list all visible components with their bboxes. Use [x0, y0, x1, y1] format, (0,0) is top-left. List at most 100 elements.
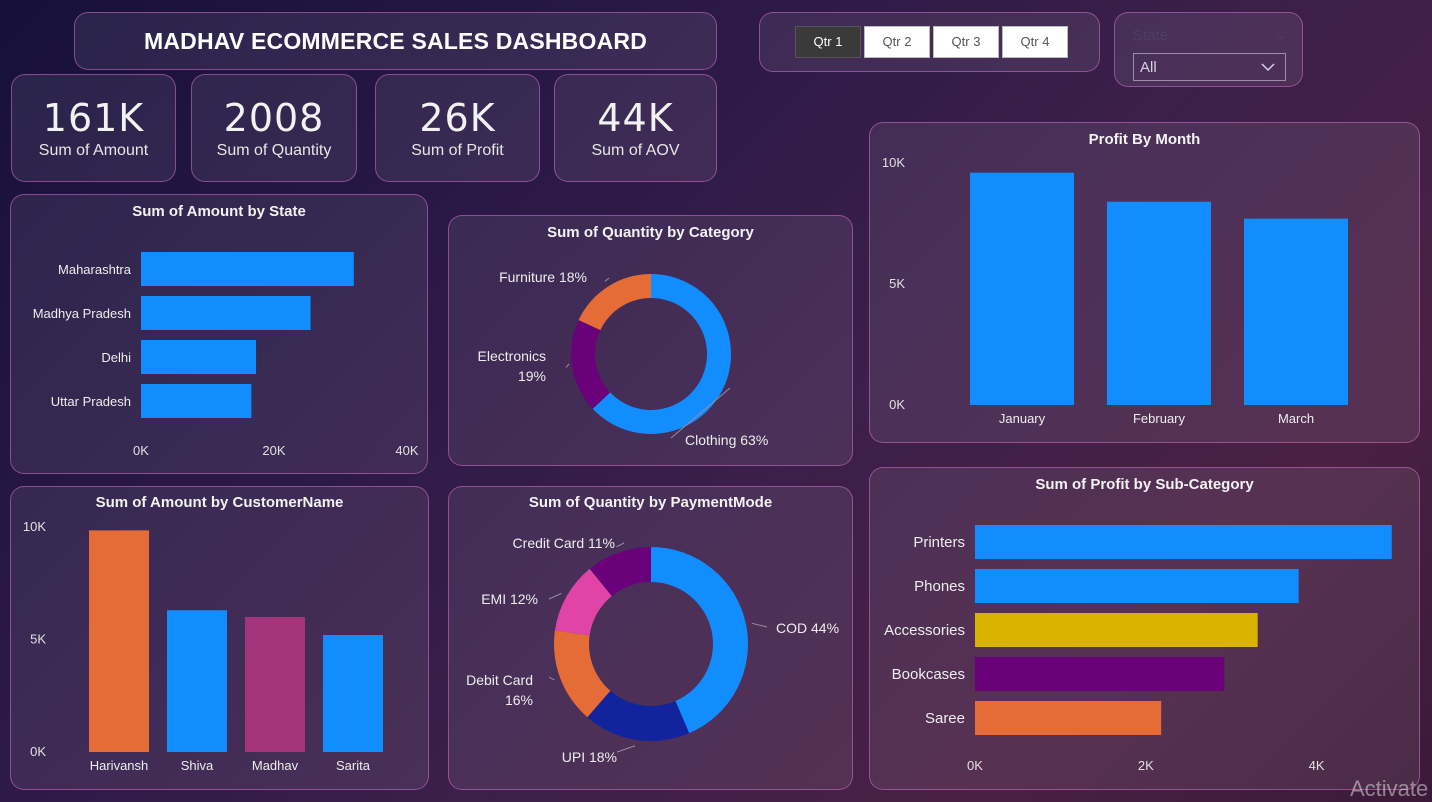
kpi-value: 2008 [223, 96, 325, 140]
chart-title: Sum of Quantity by Category [547, 224, 754, 241]
category-label: March [1278, 411, 1314, 426]
bar [141, 252, 354, 286]
bar [975, 701, 1162, 735]
bar [975, 525, 1392, 559]
profit-by-month-chart: Profit By Month January February March 0K 5K… [869, 122, 1420, 443]
leader-line [565, 363, 570, 368]
qtr-4-button[interactable]: Qtr 4 [1002, 26, 1068, 58]
kpi-value: 44K [597, 96, 674, 140]
slice-label: COD 44% [776, 620, 839, 636]
state-dropdown[interactable]: All [1133, 53, 1286, 81]
category-label: Delhi [101, 350, 131, 365]
category-label: January [999, 411, 1046, 426]
bar [970, 172, 1074, 405]
qtr-1-button[interactable]: Qtr 1 [795, 26, 861, 58]
slice-label: Credit Card 11% [513, 535, 615, 551]
chart-title: Sum of Quantity by PaymentMode [528, 494, 773, 511]
quantity-by-category-svg: Clothing 63% Electronics 19% Furniture 18% [478, 269, 769, 448]
bar [975, 657, 1225, 691]
category-label: February [1133, 411, 1186, 426]
kpi-card-aov: 44K Sum of AOV [554, 74, 717, 182]
bar [89, 530, 149, 752]
leader-line [616, 542, 625, 548]
kpi-label: Sum of Profit [411, 142, 504, 159]
kpi-label: Sum of Quantity [216, 142, 332, 159]
kpi-value: 26K [419, 96, 496, 140]
dashboard-title: MADHAV ECOMMERCE SALES DASHBOARD [143, 27, 648, 54]
amount-by-customer-chart: Sum of Amount by CustomerName Harivansh S… [10, 486, 429, 790]
bar [167, 610, 227, 752]
y-tick-label: 5K [889, 276, 905, 291]
chart-title: Profit By Month [1088, 131, 1201, 148]
category-label: Bookcases [892, 666, 965, 683]
category-label: Phones [914, 578, 965, 595]
y-tick-label: 5K [30, 632, 46, 647]
quantity-by-category-chart: Sum of Quantity by Category Clothing 63%… [448, 215, 853, 466]
y-tick-label: 0K [30, 744, 46, 759]
category-label: Accessories [884, 622, 965, 639]
kpi-value: 161K [42, 96, 145, 140]
category-label: Madhav [252, 758, 299, 773]
kpi-card-amount: 161K Sum of Amount [11, 74, 176, 182]
quantity-by-paymentmode-chart: Sum of Quantity by PaymentMode COD 44% UP… [448, 486, 853, 790]
kpi-card-profit: 26K Sum of Profit [375, 74, 540, 182]
slice-label: Furniture 18% [499, 269, 587, 285]
leader-line [548, 592, 562, 600]
bar [245, 617, 305, 752]
kpi-card-quantity: 2008 Sum of Quantity [191, 74, 357, 182]
category-label: Maharashtra [58, 262, 132, 277]
activate-watermark: Activate [1350, 776, 1429, 801]
profit-by-subcategory-chart: Sum of Profit by Sub-Category Printers Ph… [869, 467, 1420, 790]
kpi-label: Sum of AOV [591, 142, 680, 159]
bar [141, 296, 311, 330]
qtr-2-button[interactable]: Qtr 2 [864, 26, 930, 58]
bar [1107, 201, 1211, 405]
chart-title: Sum of Amount by State [132, 203, 306, 220]
x-tick-label: 20K [262, 443, 285, 458]
bar [975, 569, 1299, 603]
x-tick-label: 0K [967, 758, 983, 773]
slice-label: EMI 12% [481, 591, 538, 607]
slice [578, 274, 651, 331]
dashboard-title-panel: MADHAV ECOMMERCE SALES DASHBOARD [74, 12, 717, 70]
bar [141, 384, 252, 418]
slice-label: Clothing 63% [685, 432, 768, 448]
y-tick-label: 0K [889, 397, 905, 412]
x-tick-label: 2K [1138, 758, 1154, 773]
category-label: Printers [913, 534, 965, 551]
qtr-3-button[interactable]: Qtr 3 [933, 26, 999, 58]
y-tick-label: 10K [882, 155, 905, 170]
bar [323, 635, 383, 752]
x-tick-label: 0K [133, 443, 149, 458]
kpi-label: Sum of Amount [38, 142, 149, 159]
state-dropdown-value: All [1140, 58, 1157, 76]
category-label: Uttar Pradesh [51, 394, 131, 409]
profit-by-subcategory-svg: Printers Phones Accessories Bookcases Saree 0… [884, 525, 1392, 773]
leader-line [616, 745, 636, 753]
amount-by-state-chart: Sum of Amount by State Maharashtra Madhya… [10, 194, 428, 474]
category-label: Madhya Pradesh [33, 306, 131, 321]
chart-title: Sum of Profit by Sub-Category [1035, 476, 1254, 493]
slice [571, 319, 611, 409]
category-label: Harivansh [90, 758, 149, 773]
slice-label: Electronics 19% [478, 348, 546, 384]
amount-by-customer-svg: Harivansh Shiva Madhav Sarita 0K 5K 10K [23, 519, 383, 773]
slice-label: Debit Card 16% [466, 672, 533, 708]
leader-line [604, 277, 610, 282]
category-label: Sarita [336, 758, 371, 773]
category-label: Shiva [181, 758, 214, 773]
leader-line [548, 676, 555, 681]
state-slicer: State ⌄ All [1114, 12, 1303, 87]
chevron-down-icon [1261, 63, 1275, 71]
category-label: Saree [925, 710, 965, 727]
quantity-by-paymentmode-svg: COD 44% UPI 18% Debit Card 16% EMI 12% Credit… [466, 535, 839, 765]
slice-label: UPI 18% [562, 749, 617, 765]
profit-by-month-svg: January February March 0K 5K 10K [882, 155, 1348, 426]
amount-by-state-svg: Maharashtra Madhya Pradesh Delhi Uttar Prad… [33, 252, 419, 458]
x-tick-label: 40K [395, 443, 418, 458]
chevron-down-icon[interactable]: ⌄ [1275, 27, 1286, 43]
x-tick-label: 4K [1309, 758, 1325, 773]
bar [1244, 218, 1348, 405]
y-tick-label: 10K [23, 519, 46, 534]
chart-title: Sum of Amount by CustomerName [95, 494, 344, 511]
